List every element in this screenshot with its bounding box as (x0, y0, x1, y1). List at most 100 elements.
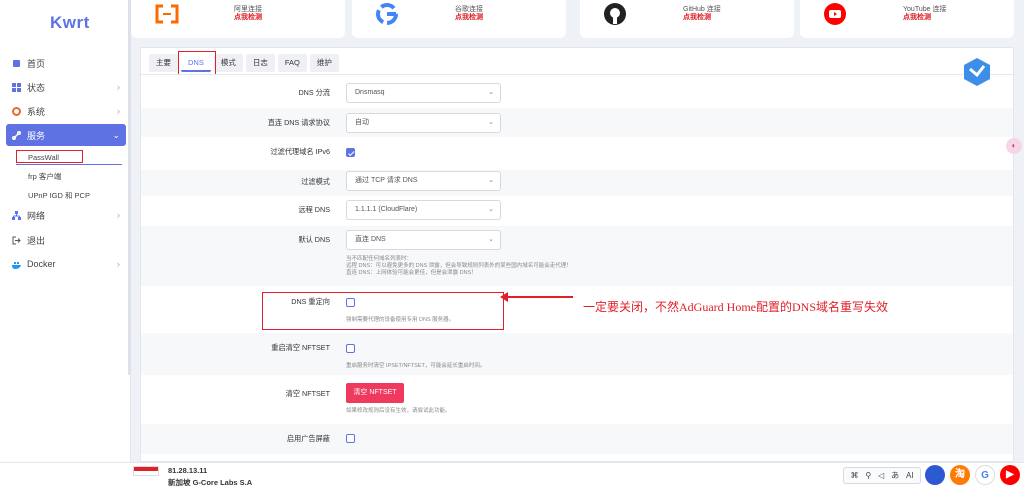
direct-protocol-select[interactable]: 自动 ⌄ (346, 113, 501, 133)
google-icon[interactable]: G (975, 465, 995, 485)
label-default-dns: 默认 DNS (298, 235, 330, 244)
tab-mode[interactable]: 模式 (213, 54, 243, 72)
sidebar-subitem-passwall[interactable]: PassWall (28, 153, 59, 162)
remote-dns-select[interactable]: 1.1.1.1 (CloudFlare) ⌄ (346, 200, 501, 220)
default-dns-hint-3: 直连 DNS：上网体验可能会更佳，但是会泄露 DNS！ (346, 270, 477, 276)
tray-item-icon[interactable]: ◁ (878, 471, 884, 480)
sidebar-subitem-upnp[interactable]: UPnP IGD 和 PCP (28, 190, 90, 201)
sidebar-item-home[interactable]: 首页 (6, 52, 126, 74)
card-check-link[interactable]: 点我检测 (683, 12, 711, 22)
card-check-link[interactable]: 点我检测 (455, 12, 483, 22)
active-subitem-underline (16, 164, 122, 165)
input-method-toolbar[interactable]: ⌘ ⚲ ◁ あ AI (843, 467, 921, 484)
sidebar: Kwrt 首页 状态 › 系统 › 服务 ⌄ PassWall frp 客户端 … (0, 0, 131, 462)
singapore-flag-icon (133, 466, 159, 476)
chevron-down-icon: ⌄ (112, 129, 120, 140)
sidebar-item-label: Docker (27, 259, 56, 269)
tray-item-icon[interactable]: ⌘ (850, 471, 858, 480)
card-check-link[interactable]: 点我检测 (903, 12, 931, 22)
clear-nftset-button[interactable]: 清空 NFTSET (346, 383, 404, 403)
card-youtube: YouTube 连接 点我检测 (800, 0, 1014, 38)
label-remote-dns: 远程 DNS (298, 205, 330, 214)
label-ad-block: 启用广告屏蔽 (286, 434, 330, 443)
select-value: 通过 TCP 请求 DNS (355, 177, 418, 184)
sidebar-item-services[interactable]: 服务 ⌄ (6, 124, 126, 146)
sidebar-scrollbar[interactable] (128, 0, 131, 375)
select-value: 1.1.1.1 (CloudFlare) (355, 206, 418, 213)
sidebar-item-network[interactable]: 网络 › (6, 204, 126, 226)
tab-divider (141, 74, 1013, 75)
tab-main[interactable]: 主要 (149, 54, 178, 72)
dns-redirect-highlight-box (262, 292, 504, 330)
card-check-link[interactable]: 点我检测 (234, 12, 262, 22)
sidebar-subitem-frp[interactable]: frp 客户端 (28, 171, 61, 182)
youtube-icon[interactable]: ▶ (1000, 465, 1020, 485)
gear-icon (12, 106, 21, 116)
filter-mode-select[interactable]: 通过 TCP 请求 DNS ⌄ (346, 171, 501, 191)
tray-item-icon[interactable]: AI (906, 471, 914, 480)
label-dns-shunt: DNS 分流 (298, 88, 330, 97)
default-dns-hint-2: 远程 DNS：可以避免更多的 DNS 泄露，但会导致规则列表外的某些国内域名可能… (346, 263, 572, 269)
chevron-right-icon: › (117, 106, 120, 116)
restart-clear-nftset-hint: 重启服务时清空 IPSET/NFTSET，可能会延长重启时间。 (346, 363, 486, 369)
clear-nftset-hint: 如果修改规则后没有生效，请尝试此功能。 (346, 408, 451, 414)
row-bg (141, 333, 1013, 375)
label-direct-protocol: 直连 DNS 请求协议 (267, 118, 330, 127)
select-value: Dnsmasq (355, 89, 385, 96)
link-icon (12, 130, 21, 140)
chevron-down-icon: ⌄ (488, 89, 494, 96)
dashboard-icon (12, 82, 21, 92)
sidebar-item-label: 退出 (27, 235, 46, 246)
label-filter-mode: 过滤模式 (301, 177, 330, 186)
tray-item-icon[interactable]: あ (891, 470, 899, 481)
chevron-right-icon: › (117, 210, 120, 220)
select-value: 自动 (355, 119, 369, 126)
brand-logo: Kwrt (50, 13, 90, 32)
restart-clear-nftset-checkbox[interactable] (346, 344, 355, 353)
ad-block-checkbox[interactable] (346, 434, 355, 443)
select-value: 直连 DNS (355, 236, 386, 243)
sidebar-item-label: 首页 (27, 58, 46, 69)
taobao-icon[interactable]: 淘 (950, 465, 970, 485)
docker-icon (12, 260, 21, 269)
chevron-right-icon: › (117, 259, 120, 269)
card-alibaba: 阿里连接 点我检测 (131, 0, 345, 38)
annotation-arrow-line (505, 296, 573, 298)
network-icon (12, 210, 21, 220)
youtube-icon (822, 2, 850, 26)
ip-address: 81.28.13.11 (168, 466, 208, 475)
card-google: 谷歌连接 点我检测 (352, 0, 566, 38)
default-dns-hint-1: 当不匹配任何域名列表时： (346, 256, 413, 262)
default-dns-select[interactable]: 直连 DNS ⌄ (346, 230, 501, 250)
chevron-down-icon: ⌄ (488, 206, 494, 213)
tab-maintenance[interactable]: 维护 (309, 54, 339, 72)
chevron-right-icon: › (117, 82, 120, 92)
isp-location: 新加坡 G-Core Labs S.A (168, 478, 253, 487)
sidebar-item-label: 状态 (27, 82, 46, 93)
sidebar-item-status[interactable]: 状态 › (6, 76, 126, 98)
card-github: GitHub 连接 点我检测 (580, 0, 794, 38)
alibaba-icon (153, 2, 181, 26)
label-filter-ipv6: 过滤代理域名 IPv6 (270, 147, 330, 156)
sidebar-item-label: 网络 (27, 210, 46, 221)
passwall-logo-icon (962, 57, 992, 92)
cube-icon (12, 59, 21, 68)
annotation-text: 一定要关闭，不然AdGuard Home配置的DNS域名重写失效 (583, 300, 888, 314)
sidebar-item-label: 服务 (27, 130, 46, 141)
dns-shunt-select[interactable]: Dnsmasq ⌄ (346, 83, 501, 103)
chevron-down-icon: ⌄ (488, 236, 494, 243)
tab-faq[interactable]: FAQ (277, 54, 307, 72)
floating-assistant-icon[interactable]: ◐ (1006, 138, 1022, 154)
sidebar-item-system[interactable]: 系统 › (6, 100, 126, 122)
tray-item-icon[interactable]: ⚲ (865, 471, 871, 480)
logout-icon (12, 236, 21, 245)
tab-log[interactable]: 日志 (245, 54, 275, 72)
label-clear-nftset: 清空 NFTSET (285, 389, 330, 398)
sidebar-item-logout[interactable]: 退出 (6, 229, 126, 251)
sidebar-item-docker[interactable]: Docker › (6, 253, 126, 275)
chevron-down-icon: ⌄ (488, 119, 494, 126)
github-icon (602, 2, 630, 26)
label-restart-clear-nftset: 重启清空 NFTSET (271, 343, 330, 352)
filter-ipv6-checkbox[interactable] (346, 148, 355, 157)
baidu-icon[interactable]: 🐾 (925, 465, 945, 485)
